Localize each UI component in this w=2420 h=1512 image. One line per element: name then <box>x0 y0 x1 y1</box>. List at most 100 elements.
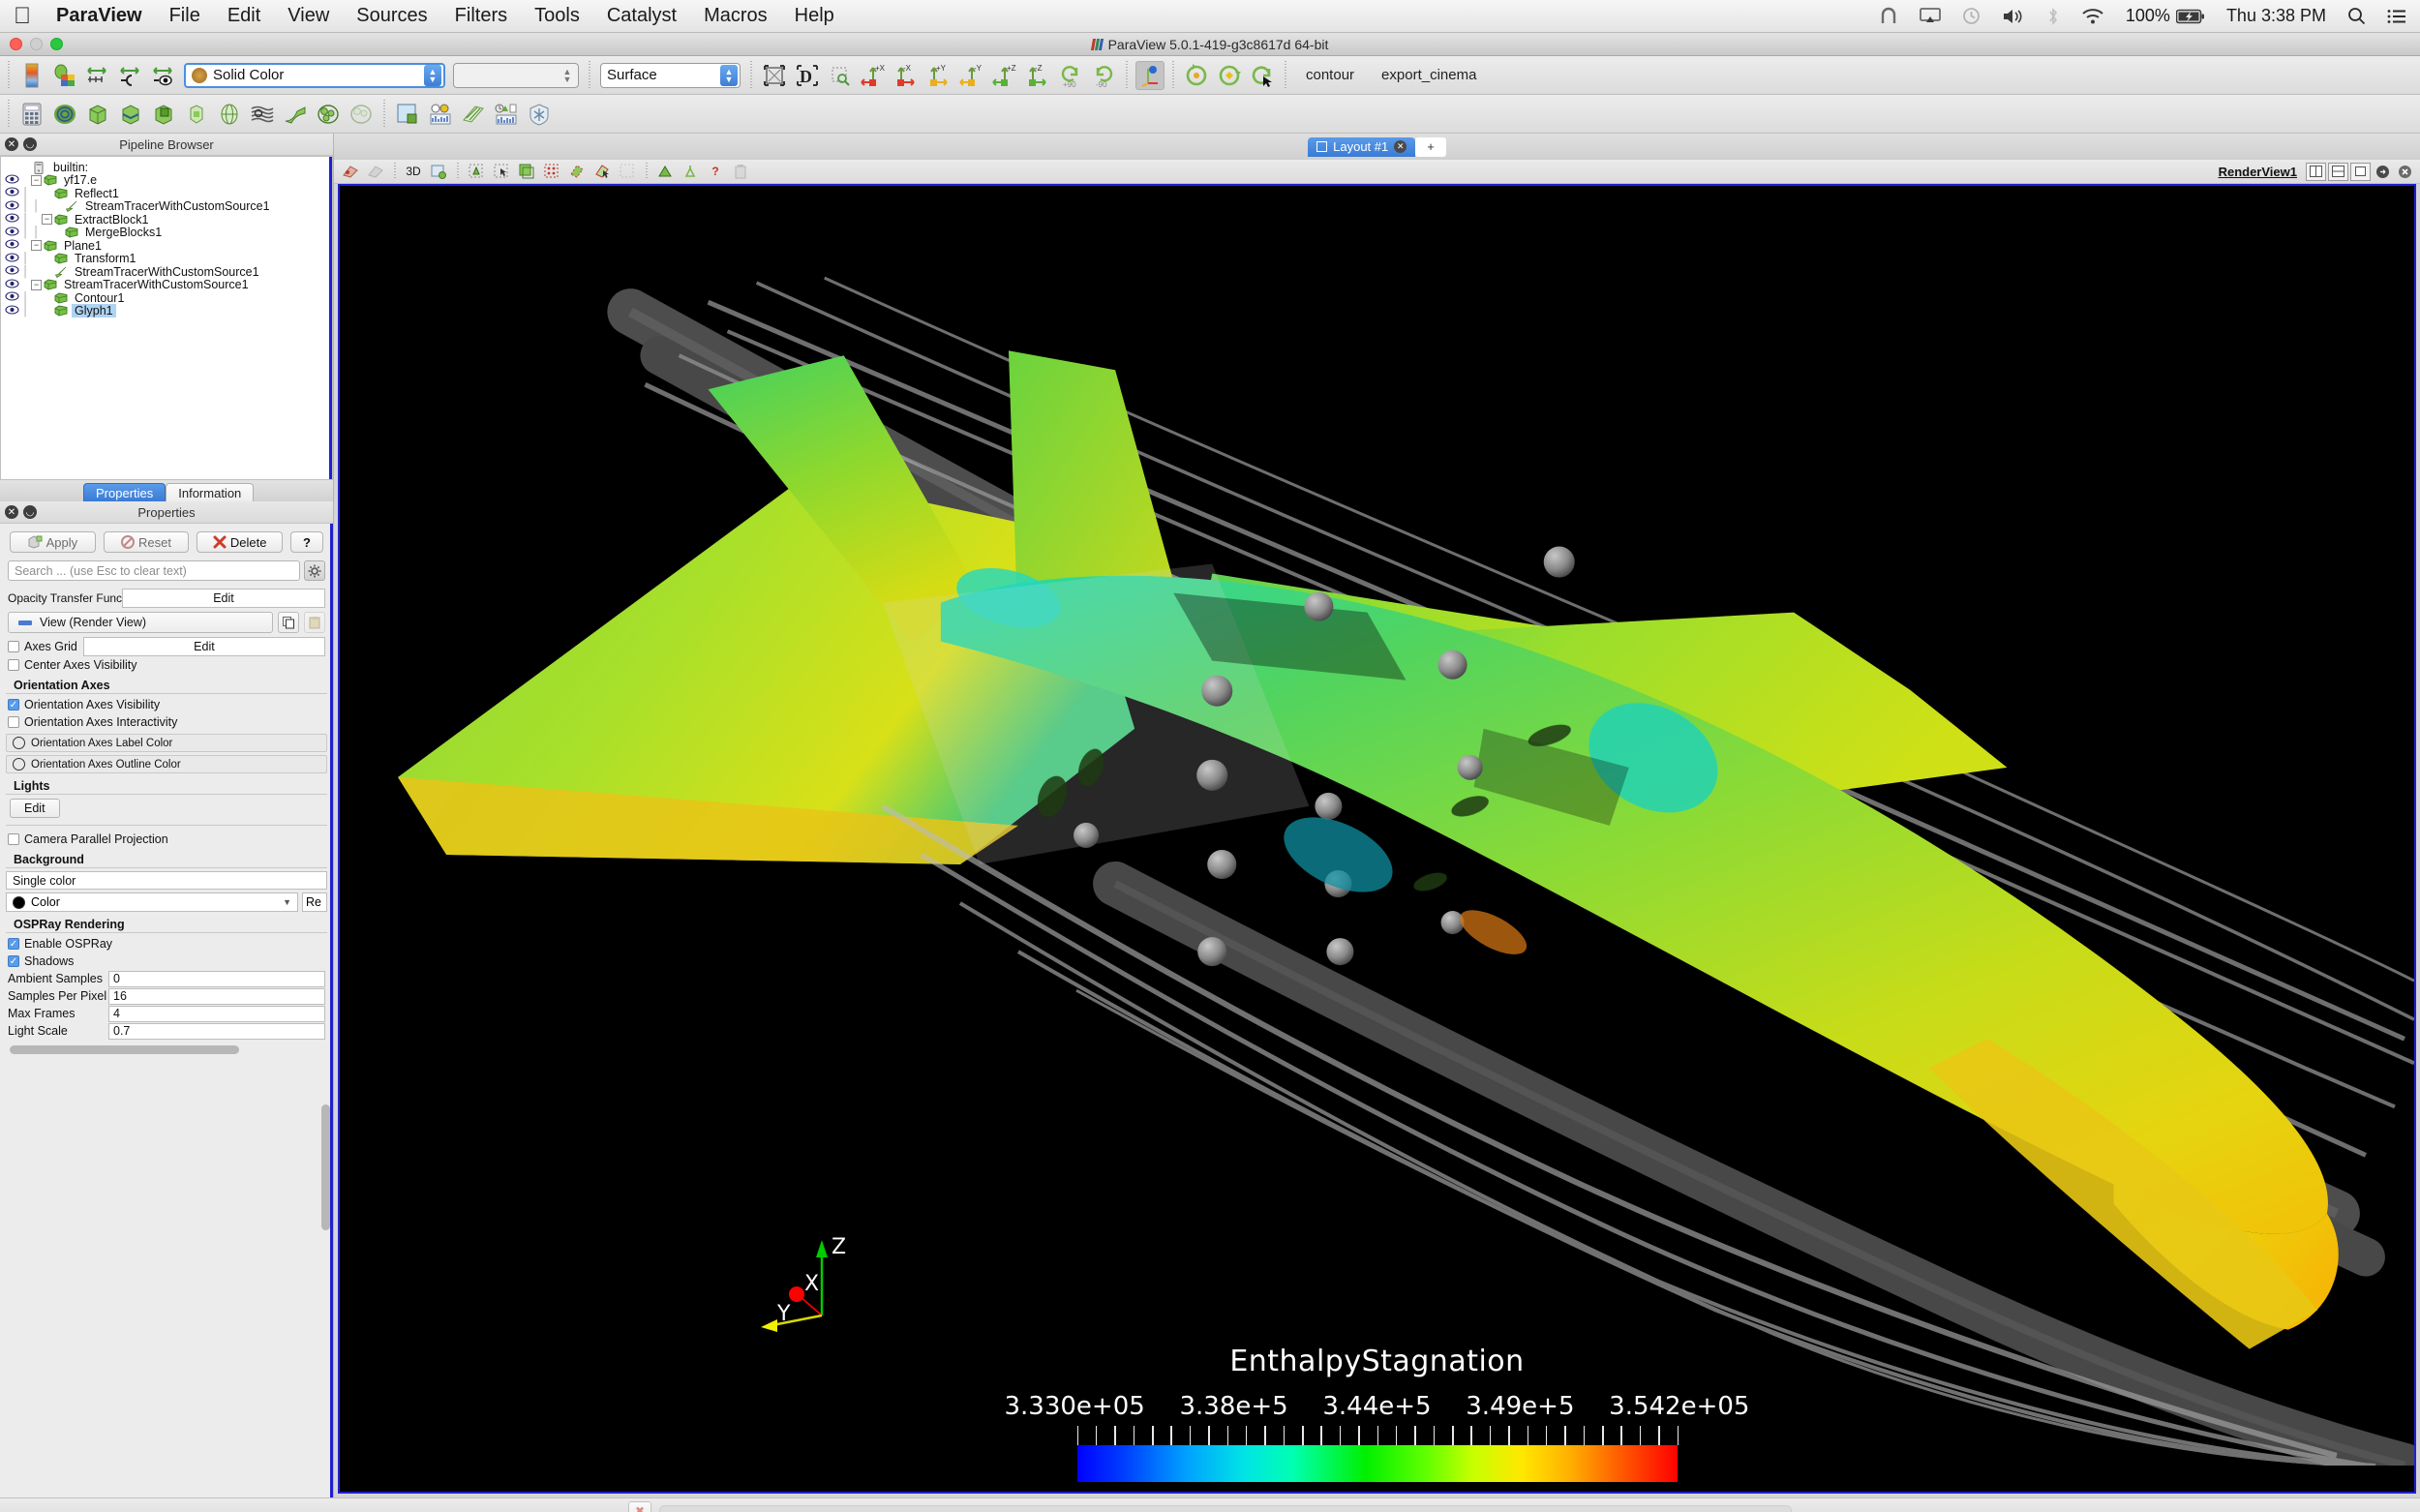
orientation-axes-interactivity-row[interactable]: Orientation Axes Interactivity <box>0 713 333 731</box>
visibility-eye-icon[interactable] <box>4 187 20 199</box>
color-array-chevron-icon[interactable]: ▲▼ <box>424 65 441 86</box>
help-button[interactable]: ? <box>290 531 323 553</box>
menu-catalyst[interactable]: Catalyst <box>607 5 677 27</box>
pipeline-item-mergeblocks1[interactable]: ││MergeBlocks1 <box>1 227 332 240</box>
show-center-axes-icon[interactable] <box>1135 61 1165 90</box>
menu-edit[interactable]: Edit <box>227 5 260 27</box>
visibility-eye-icon[interactable] <box>4 227 20 239</box>
zoom-window-button[interactable] <box>50 38 63 50</box>
properties-header-controls[interactable]: ✕ ◡ <box>5 505 37 519</box>
plot-over-line-icon[interactable] <box>426 100 455 129</box>
add-layout-button[interactable]: + <box>1415 137 1446 157</box>
background-color-reset-button[interactable]: Re <box>302 892 327 912</box>
rescale-to-custom-range-icon[interactable] <box>116 61 145 90</box>
visibility-eye-icon[interactable] <box>4 265 20 278</box>
visibility-eye-icon[interactable] <box>4 213 20 226</box>
orientation-axes-widget[interactable]: Z X Y <box>746 1230 862 1337</box>
light-scale-input[interactable]: 0.7 <box>108 1023 325 1040</box>
extract-subset-filter-icon[interactable] <box>182 100 211 129</box>
slice-filter-icon[interactable] <box>116 100 145 129</box>
bluetooth-icon[interactable] <box>2046 7 2060 26</box>
enable-ospray-row[interactable]: ✓ Enable OSPRay <box>0 935 333 953</box>
render-view-canvas[interactable] <box>340 186 2414 1466</box>
pipeline-close-icon[interactable]: ✕ <box>5 137 18 151</box>
clip-filter-icon[interactable] <box>83 100 112 129</box>
pipeline-browser[interactable]: builtin:−yf17.e│Reflect1││StreamTracerWi… <box>0 156 333 480</box>
representation-chevron-icon[interactable]: ▲▼ <box>720 65 738 86</box>
properties-undock-icon[interactable]: ◡ <box>23 505 37 519</box>
interaction-mode-2-icon[interactable] <box>364 162 387 182</box>
menu-sources[interactable]: Sources <box>356 5 427 27</box>
component-chevron-icon[interactable]: ▲▼ <box>559 65 576 86</box>
axes-grid-edit-button[interactable]: Edit <box>83 637 325 656</box>
close-tab-icon[interactable]: ✕ <box>1394 140 1407 153</box>
airplay-icon[interactable] <box>1920 8 1941 25</box>
representation-selector[interactable]: Surface ▲▼ <box>600 63 741 88</box>
rotate-plus-90-icon[interactable]: +90 <box>1056 61 1085 90</box>
visibility-eye-icon[interactable] <box>4 174 20 187</box>
reset-button[interactable]: Reset <box>104 531 190 553</box>
pipeline-item-contour1[interactable]: │Contour1 <box>1 291 332 305</box>
orientation-axes-interactivity-checkbox[interactable] <box>8 716 19 728</box>
group-datasets-filter-icon[interactable] <box>314 100 343 129</box>
camera-plus-y-icon[interactable]: +Y <box>924 61 953 90</box>
select-points-icon[interactable] <box>490 162 513 182</box>
spotlight-search-icon[interactable] <box>2347 7 2366 25</box>
camera-parallel-projection-checkbox[interactable] <box>8 833 19 845</box>
max-frames-input[interactable]: 4 <box>108 1006 325 1022</box>
delete-button[interactable]: Delete <box>197 531 283 553</box>
threshold-filter-icon[interactable] <box>149 100 178 129</box>
select-cells-icon[interactable] <box>465 162 488 182</box>
color-array-selector[interactable]: Solid Color ▲▼ <box>184 63 445 88</box>
choose-preset-icon[interactable] <box>50 61 79 90</box>
visibility-eye-icon[interactable] <box>4 253 20 265</box>
tab-properties[interactable]: Properties <box>83 483 166 501</box>
enable-ospray-checkbox[interactable]: ✓ <box>8 938 19 950</box>
undock-view-icon[interactable] <box>2373 163 2393 181</box>
render-view-name[interactable]: RenderView1 <box>2219 165 2297 179</box>
apply-button[interactable]: Apply <box>10 531 96 553</box>
pipeline-item-reflect1[interactable]: │Reflect1 <box>1 187 332 200</box>
clear-selection-icon[interactable] <box>729 162 752 182</box>
select-points-through-icon[interactable] <box>540 162 563 182</box>
pipeline-item-transform1[interactable]: │Transform1 <box>1 253 332 266</box>
view-render-view-button[interactable]: View (Render View) <box>8 612 273 633</box>
menu-tools[interactable]: Tools <box>534 5 580 27</box>
pipeline-item-plane1[interactable]: −Plane1 <box>1 239 332 253</box>
center-axes-visibility-row[interactable]: Center Axes Visibility <box>0 656 333 674</box>
plot-selection-over-time-icon[interactable] <box>459 100 488 129</box>
pipeline-item-builtin[interactable]: builtin: <box>1 161 332 174</box>
volume-icon[interactable] <box>2002 8 2025 25</box>
camera-plus-x-icon[interactable]: +X <box>859 61 888 90</box>
zoom-to-box-icon[interactable] <box>826 61 855 90</box>
macro-contour-button[interactable]: contour <box>1306 67 1354 83</box>
split-horizontal-icon[interactable] <box>2306 163 2326 181</box>
properties-close-icon[interactable]: ✕ <box>5 505 18 519</box>
mode-3d-button[interactable]: 3D <box>402 162 425 182</box>
macro-export-cinema-button[interactable]: export_cinema <box>1381 67 1476 83</box>
apple-icon[interactable]:  <box>14 5 31 28</box>
interaction-mode-icon[interactable] <box>339 162 362 182</box>
select-cells-through-icon[interactable] <box>515 162 538 182</box>
tree-expander-icon[interactable]: − <box>31 240 42 251</box>
query-selection-icon[interactable]: ? <box>704 162 727 182</box>
reset-camera-icon[interactable] <box>760 61 789 90</box>
visibility-eye-icon[interactable] <box>4 239 20 252</box>
rotate-minus-90-icon[interactable]: -90 <box>1089 61 1118 90</box>
background-color-chevron-down-icon[interactable]: ▼ <box>283 897 291 907</box>
properties-search-input[interactable]: Search ... (use Esc to clear text) <box>8 560 300 581</box>
close-view-icon[interactable] <box>2395 163 2415 181</box>
abort-button-icon[interactable]: ✖ <box>628 1501 651 1512</box>
orientation-axes-visibility-checkbox[interactable]: ✓ <box>8 699 19 711</box>
menu-macros[interactable]: Macros <box>704 5 768 27</box>
vpn-icon[interactable] <box>1879 7 1898 26</box>
copy-properties-icon[interactable] <box>278 612 299 633</box>
lights-edit-button[interactable]: Edit <box>10 799 60 818</box>
properties-hscrollbar-thumb[interactable] <box>10 1045 239 1054</box>
rescale-to-data-range-icon[interactable] <box>83 61 112 90</box>
camera-minus-x-icon[interactable]: -X <box>892 61 921 90</box>
plot-data-icon[interactable] <box>492 100 521 129</box>
select-block-icon[interactable] <box>565 162 589 182</box>
visibility-eye-icon[interactable] <box>4 279 20 291</box>
orientation-axes-outline-color-row[interactable]: Orientation Axes Outline Color <box>6 755 327 773</box>
